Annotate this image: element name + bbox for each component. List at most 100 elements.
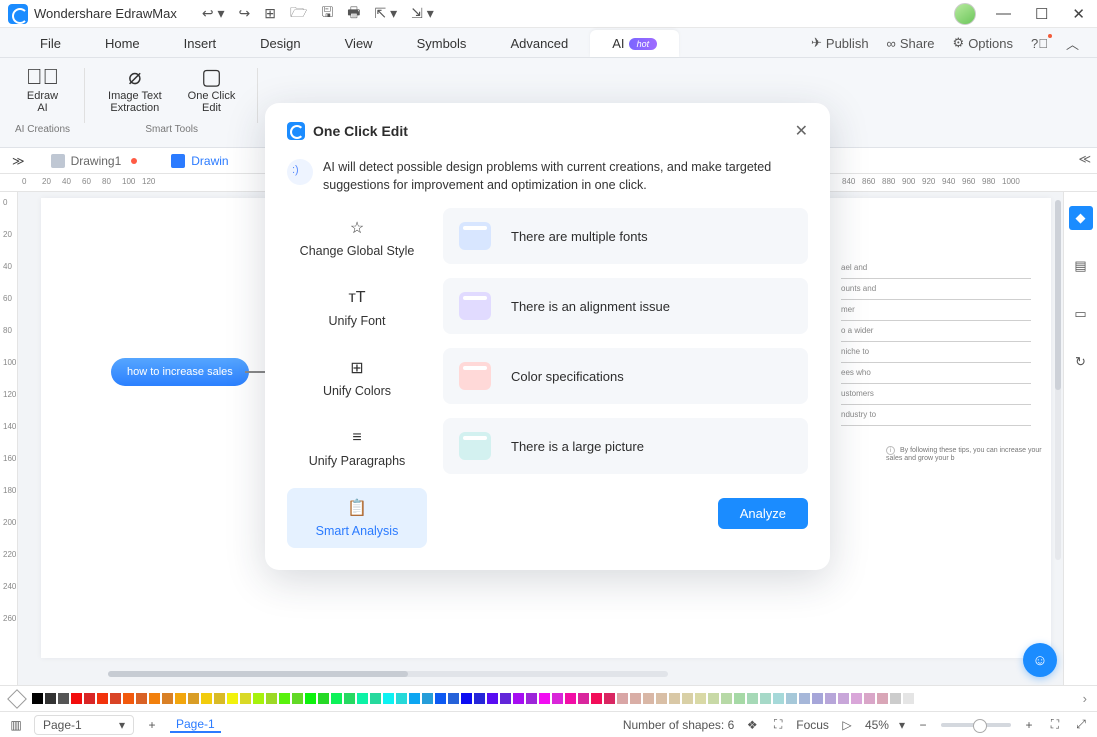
add-page-icon[interactable]: + [144,718,160,732]
color-swatch[interactable] [253,693,264,704]
share-small-icon[interactable]: ⇲ ▾ [411,5,434,22]
menu-insert[interactable]: Insert [162,30,239,57]
result-color-specs[interactable]: Color specifications [443,348,808,404]
color-swatch[interactable] [422,693,433,704]
focus-frame-icon[interactable]: ⛶ [770,717,786,732]
color-swatch[interactable] [136,693,147,704]
vertical-scrollbar[interactable] [1055,200,1061,560]
focus-label[interactable]: Focus [796,718,829,732]
menu-view[interactable]: View [323,30,395,57]
close-icon[interactable]: ✕ [1068,5,1089,23]
horizontal-scrollbar[interactable] [108,671,668,677]
history-icon[interactable]: ↻ [1069,350,1093,374]
color-swatch[interactable] [773,693,784,704]
color-swatch[interactable] [461,693,472,704]
opt-smart-analysis[interactable]: 📋Smart Analysis [287,488,427,548]
color-swatch[interactable] [344,693,355,704]
collapse-ribbon-icon[interactable]: ︿ [1066,34,1079,53]
color-swatch[interactable] [331,693,342,704]
opt-unify-paragraphs[interactable]: ≡Unify Paragraphs [287,418,427,478]
color-swatch[interactable] [734,693,745,704]
color-swatch[interactable] [838,693,849,704]
color-swatch[interactable] [58,693,69,704]
color-swatch[interactable] [500,693,511,704]
format-painter-icon[interactable]: ◆ [1069,206,1093,230]
one-click-edit-button[interactable]: ▢ One Click Edit [180,62,244,118]
menu-home[interactable]: Home [83,30,162,57]
page-tab[interactable]: Page-1 [170,717,221,733]
color-swatch[interactable] [370,693,381,704]
modal-close-icon[interactable]: ✕ [795,121,808,141]
color-swatch[interactable] [175,693,186,704]
doctab-drawing1[interactable]: Drawing1 [37,151,152,171]
play-icon[interactable]: ▷ [839,718,855,732]
color-swatch[interactable] [383,693,394,704]
color-swatch[interactable] [357,693,368,704]
presentation-icon[interactable]: ▭ [1069,302,1093,326]
color-swatch[interactable] [240,693,251,704]
color-swatch[interactable] [305,693,316,704]
color-swatch[interactable] [97,693,108,704]
menu-advanced[interactable]: Advanced [488,30,590,57]
minimize-icon[interactable]: — [992,5,1015,22]
color-swatch[interactable] [864,693,875,704]
color-swatch[interactable] [747,693,758,704]
page-select[interactable]: Page-1▾ [34,715,134,735]
zoom-chevron-icon[interactable]: ▾ [899,718,905,732]
print-icon[interactable]: 🖶 [347,2,360,26]
color-swatch[interactable] [760,693,771,704]
menu-ai[interactable]: AI hot [590,30,679,57]
color-swatch[interactable] [669,693,680,704]
color-swatch[interactable] [825,693,836,704]
color-swatch[interactable] [487,693,498,704]
color-swatch[interactable] [643,693,654,704]
color-swatch[interactable] [851,693,862,704]
zoom-out-icon[interactable]: − [915,718,931,732]
layers-icon[interactable]: ❖ [744,718,760,732]
color-swatch[interactable] [721,693,732,704]
zoom-in-icon[interactable]: + [1021,718,1037,732]
menu-design[interactable]: Design [238,30,322,57]
result-large-picture[interactable]: There is a large picture [443,418,808,474]
collapse-right-icon[interactable]: ≪ [1078,152,1091,166]
help-icon[interactable]: ?⃝ [1031,36,1048,51]
color-swatch[interactable] [786,693,797,704]
maximize-icon[interactable]: ☐ [1031,5,1052,23]
menu-file[interactable]: File [18,30,83,57]
color-swatch[interactable] [123,693,134,704]
result-alignment-issue[interactable]: There is an alignment issue [443,278,808,334]
menu-symbols[interactable]: Symbols [395,30,489,57]
mindmap-root-node[interactable]: how to increase sales [111,358,249,386]
color-swatch[interactable] [578,693,589,704]
color-swatch[interactable] [71,693,82,704]
color-swatch[interactable] [916,693,927,704]
avatar[interactable] [954,3,976,25]
color-swatch[interactable] [877,693,888,704]
color-swatch[interactable] [396,693,407,704]
color-swatch[interactable] [162,693,173,704]
color-picker-icon[interactable] [7,689,27,709]
share-button[interactable]: ∞ Share [887,36,935,51]
color-swatch[interactable] [617,693,628,704]
zoom-slider[interactable] [941,723,1011,727]
color-swatch[interactable] [474,693,485,704]
color-swatch[interactable] [292,693,303,704]
save-icon[interactable]: 🖫 [321,2,333,26]
properties-icon[interactable]: ▤ [1069,254,1093,278]
color-swatch[interactable] [591,693,602,704]
color-swatch[interactable] [409,693,420,704]
color-swatch[interactable] [539,693,550,704]
opt-unify-colors[interactable]: ⊞Unify Colors [287,348,427,408]
zoom-value[interactable]: 45% [865,718,889,732]
color-swatch[interactable] [318,693,329,704]
edraw-ai-button[interactable]: ✧⃟ Edraw AI [15,62,70,118]
color-swatch[interactable] [201,693,212,704]
color-swatch[interactable] [227,693,238,704]
undo-icon[interactable]: ↩ ▾ [202,5,225,22]
fit-page-icon[interactable]: ⛶ [1047,717,1063,732]
color-swatch[interactable] [526,693,537,704]
color-swatch[interactable] [630,693,641,704]
color-swatch[interactable] [799,693,810,704]
export-icon[interactable]: ⇱ ▾ [374,5,397,22]
color-swatch[interactable] [149,693,160,704]
